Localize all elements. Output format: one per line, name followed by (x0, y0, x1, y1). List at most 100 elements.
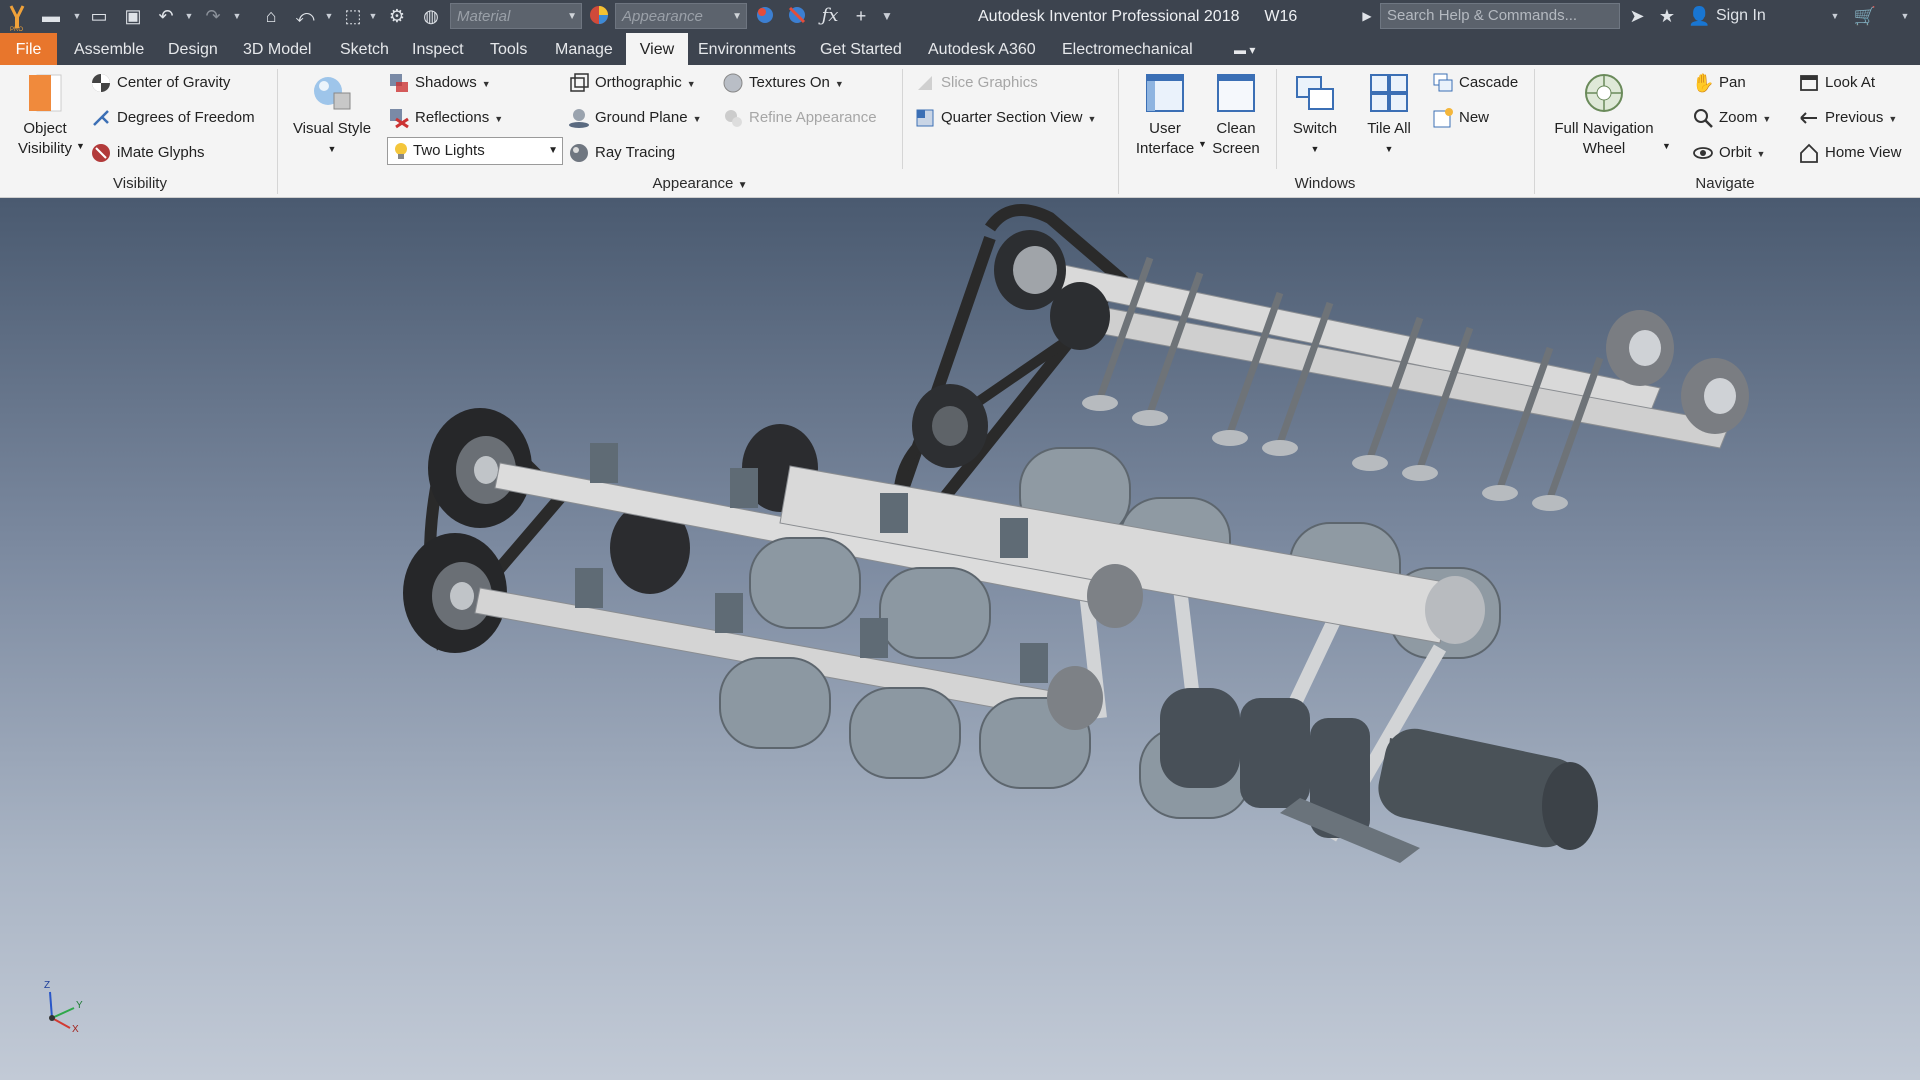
shadows-dropdown-icon[interactable]: ▼ (482, 79, 491, 89)
return-icon[interactable]: ⤺ (294, 4, 316, 28)
visual-style-dropdown-icon[interactable]: ▼ (287, 139, 377, 159)
tile-all-dropdown-icon[interactable]: ▼ (1356, 139, 1422, 159)
refine-appearance-button[interactable]: Refine Appearance (722, 105, 877, 131)
orbit-button[interactable]: Orbit ▼ (1692, 140, 1765, 166)
sign-in-dropdown-icon[interactable]: ▼ (1830, 4, 1840, 28)
undo-icon[interactable]: ↶ (155, 4, 177, 28)
quarter-section-dropdown-icon[interactable]: ▼ (1087, 114, 1096, 124)
pan-button[interactable]: ✋ Pan (1692, 70, 1746, 96)
tab-view[interactable]: View (626, 33, 688, 65)
tab-manage[interactable]: Manage (543, 33, 625, 65)
fx-icon[interactable]: ƒx (818, 4, 842, 28)
reflections-icon (388, 107, 410, 129)
center-of-gravity-button[interactable]: Center of Gravity (90, 70, 230, 96)
slice-graphics-label: Slice Graphics (941, 74, 1038, 91)
search-go-icon[interactable]: ➤ (1626, 4, 1648, 28)
tab-get-started[interactable]: Get Started (808, 33, 914, 65)
search-input[interactable]: Search Help & Commands... (1380, 3, 1620, 29)
look-at-button[interactable]: Look At (1798, 70, 1875, 96)
textures-dropdown-icon[interactable]: ▼ (835, 79, 844, 89)
user-interface-button[interactable]: User Interface (1130, 71, 1200, 159)
ray-tracing-button[interactable]: Ray Tracing (568, 140, 675, 166)
degrees-of-freedom-button[interactable]: Degrees of Freedom (90, 105, 255, 131)
plus-icon[interactable]: + (850, 4, 872, 28)
home-view-button[interactable]: Home View (1798, 140, 1901, 166)
clean-screen-button[interactable]: Clean Screen (1208, 71, 1264, 159)
textures-button[interactable]: Textures On ▼ (722, 70, 844, 96)
tab-sketch[interactable]: Sketch (328, 33, 401, 65)
imate-glyphs-icon (90, 142, 112, 164)
update-icon[interactable]: ⚙ (386, 4, 408, 28)
center-of-gravity-icon (90, 72, 112, 94)
appearance-combo[interactable]: Appearance ▼ (615, 3, 747, 29)
web-icon[interactable]: ◍ (420, 4, 442, 28)
inventor-logo-icon[interactable]: PRO (4, 4, 30, 33)
clear-override-icon[interactable] (786, 4, 808, 28)
new-icon[interactable]: ▬ (40, 4, 62, 28)
cart-dropdown-icon[interactable]: ▼ (1900, 4, 1910, 28)
orthographic-dropdown-icon[interactable]: ▼ (687, 79, 696, 89)
tab-design[interactable]: Design (156, 33, 230, 65)
switch-button[interactable]: Switch ▼ (1284, 71, 1346, 159)
reflections-dropdown-icon[interactable]: ▼ (494, 114, 503, 124)
windows-panel-title: Windows (1294, 175, 1356, 192)
save-icon[interactable]: ▣ (122, 4, 144, 28)
graphics-viewport[interactable]: Z Y X (0, 198, 1920, 1080)
orthographic-button[interactable]: Orthographic ▼ (568, 70, 696, 96)
ground-plane-dropdown-icon[interactable]: ▼ (693, 114, 702, 124)
new-dropdown-icon[interactable]: ▼ (72, 4, 82, 28)
previous-dropdown-icon[interactable]: ▼ (1888, 114, 1897, 124)
user-interface-dropdown-icon[interactable]: ▼ (1198, 131, 1207, 157)
sign-in-link[interactable]: Sign In (1716, 4, 1796, 28)
reflections-button[interactable]: Reflections ▼ (388, 105, 503, 131)
switch-dropdown-icon[interactable]: ▼ (1284, 139, 1346, 159)
play-arrow-icon[interactable]: ▶ (1360, 4, 1374, 28)
orbit-dropdown-icon[interactable]: ▼ (1757, 149, 1766, 159)
nav-wheel-dropdown-icon[interactable]: ▼ (1662, 133, 1671, 159)
tab-file[interactable]: File (0, 33, 57, 65)
ribbon-display-toggle-icon[interactable]: ▬ ▾ (1222, 33, 1267, 65)
home-icon[interactable]: ⌂ (260, 4, 282, 28)
material-combo[interactable]: Material ▼ (450, 3, 582, 29)
redo-dropdown-icon[interactable]: ▼ (232, 4, 242, 28)
tab-tools[interactable]: Tools (478, 33, 539, 65)
panel-divider (277, 69, 278, 194)
visual-style-button[interactable]: Visual Style ▼ (287, 71, 377, 159)
tab-electromechanical[interactable]: Electromechanical (1050, 33, 1205, 65)
shadows-button[interactable]: Shadows ▼ (388, 70, 491, 96)
select-dropdown-icon[interactable]: ▼ (368, 4, 378, 28)
select-icon[interactable]: ⬚ (342, 4, 364, 28)
customize-icon[interactable]: ▼ (880, 4, 894, 28)
ground-plane-button[interactable]: Ground Plane ▼ (568, 105, 702, 131)
lighting-style-select[interactable]: Two Lights ▼ (387, 137, 563, 165)
color-override-icon[interactable] (754, 4, 776, 28)
quarter-section-view-button[interactable]: Quarter Section View ▼ (914, 105, 1096, 131)
slice-graphics-icon (914, 72, 936, 94)
tab-3d-model[interactable]: 3D Model (231, 33, 323, 65)
tile-all-button[interactable]: Tile All ▼ (1356, 71, 1422, 159)
navigation-wheel-icon (1582, 71, 1626, 115)
previous-view-button[interactable]: Previous ▼ (1798, 105, 1897, 131)
object-visibility-dropdown-icon[interactable]: ▼ (76, 133, 85, 159)
material-placeholder: Material (457, 8, 511, 25)
zoom-dropdown-icon[interactable]: ▼ (1762, 114, 1771, 124)
tab-environments[interactable]: Environments (686, 33, 808, 65)
zoom-icon (1692, 107, 1714, 129)
open-icon[interactable]: ▭ (88, 4, 110, 28)
cascade-button[interactable]: Cascade (1432, 70, 1518, 96)
undo-dropdown-icon[interactable]: ▼ (184, 4, 194, 28)
full-navigation-wheel-button[interactable]: Full Navigation Wheel (1540, 71, 1668, 159)
imate-glyphs-button[interactable]: iMate Glyphs (90, 140, 205, 166)
zoom-button[interactable]: Zoom ▼ (1692, 105, 1771, 131)
slice-graphics-button[interactable]: Slice Graphics (914, 70, 1038, 96)
tab-assemble[interactable]: Assemble (62, 33, 156, 65)
tab-autodesk-a360[interactable]: Autodesk A360 (916, 33, 1048, 65)
cart-icon[interactable]: 🛒 (1852, 4, 1878, 28)
appearance-panel-title[interactable]: Appearance ▼ (630, 175, 770, 195)
favorites-star-icon[interactable]: ★ (1656, 4, 1678, 28)
redo-icon[interactable]: ↷ (202, 4, 224, 28)
return-dropdown-icon[interactable]: ▼ (324, 4, 334, 28)
new-window-button[interactable]: New (1432, 105, 1489, 131)
tab-inspect[interactable]: Inspect (400, 33, 476, 65)
object-visibility-button[interactable]: Object Visibility (8, 71, 82, 159)
